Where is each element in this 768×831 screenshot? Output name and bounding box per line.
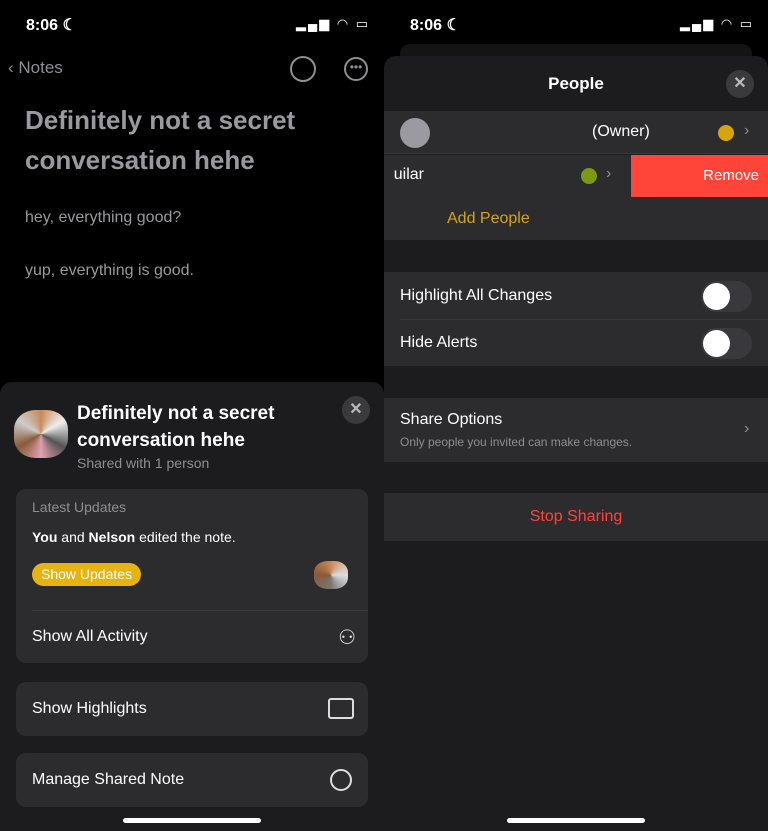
manage-shared-note-row[interactable]: Manage Shared Note	[16, 753, 368, 807]
home-indicator	[507, 818, 645, 823]
people-title: People	[548, 74, 604, 93]
people-screen: 8:06 ☾ ▂▄▆ ◠ ▭ People ✕ (Owner) › uilar …	[384, 0, 768, 831]
people-sheet: People ✕ (Owner) › uilar › Remove Add Pe…	[384, 56, 768, 831]
close-button[interactable]: ✕	[726, 70, 754, 98]
editor-avatar	[314, 561, 348, 589]
share-sheet: Definitely not a secret conversation heh…	[0, 382, 384, 831]
chevron-right-icon: ›	[744, 122, 750, 139]
add-people-row[interactable]: Add People	[384, 197, 768, 240]
stop-sharing-button[interactable]: Stop Sharing	[384, 493, 768, 541]
home-indicator	[123, 818, 261, 823]
chevron-left-icon: ‹	[8, 58, 19, 77]
highlight-all-changes-label: Highlight All Changes	[400, 287, 553, 304]
show-highlights-label: Show Highlights	[32, 700, 147, 717]
status-icons: ▂▄▆ ◠ ▭	[680, 16, 755, 31]
share-options-row[interactable]: Share Options Only people you invited ca…	[384, 398, 768, 462]
hide-alerts-toggle[interactable]	[701, 328, 752, 359]
notes-screen: 8:06 ☾ ▂▄▆ ◠ ▭ ‹ Notes ••• Definitely no…	[0, 0, 384, 831]
share-options-label: Share Options	[400, 411, 503, 428]
chevron-right-icon: ›	[744, 420, 750, 437]
highlight-all-changes-toggle[interactable]	[701, 281, 752, 312]
divider	[400, 319, 768, 320]
back-button[interactable]: ‹ Notes	[8, 58, 63, 78]
member-color-dot	[581, 168, 597, 184]
you-label: You	[32, 529, 58, 545]
stop-sharing-label: Stop Sharing	[529, 508, 623, 525]
owner-color-dot	[718, 125, 734, 141]
owner-label: (Owner)	[592, 123, 650, 140]
people-icon: ⚇	[338, 627, 356, 649]
nelson-label: Nelson	[88, 529, 136, 545]
status-time: 8:06 ☾	[410, 17, 461, 34]
owner-row[interactable]: (Owner) ›	[384, 111, 768, 154]
add-people-label: Add People	[447, 210, 530, 227]
share-options-subtitle: Only people you invited can make changes…	[400, 435, 633, 449]
latest-updates-heading: Latest Updates	[32, 499, 127, 515]
close-button[interactable]: ✕	[342, 396, 370, 424]
sheet-subtitle: Shared with 1 person	[77, 455, 210, 471]
show-all-activity-row[interactable]: Show All Activity ⚇	[16, 611, 368, 663]
remove-button[interactable]: Remove	[631, 155, 768, 197]
updates-text: You and Nelson edited the note.	[32, 529, 236, 545]
owner-avatar	[400, 118, 430, 148]
member-name: uilar	[393, 166, 424, 183]
status-icons: ▂▄▆ ◠ ▭	[296, 16, 371, 31]
note-title: Definitely not a secret conversation heh…	[25, 105, 296, 175]
sheet-title: Definitely not a secret conversation heh…	[77, 403, 275, 451]
settings-group: Highlight All Changes Hide Alerts	[384, 272, 768, 366]
manage-shared-note-label: Manage Shared Note	[32, 771, 185, 788]
member-row[interactable]: uilar › Remove	[384, 155, 768, 197]
status-time: 8:06 ☾	[26, 17, 77, 34]
note-line: yup, everything is good.	[25, 262, 194, 279]
collaborate-icon[interactable]	[290, 56, 316, 82]
edited-label: edited the note.	[135, 529, 236, 545]
and-label: and	[57, 529, 89, 545]
highlights-icon	[328, 698, 354, 719]
note-thumbnail	[14, 410, 68, 458]
note-line: hey, everything good?	[25, 209, 182, 226]
show-all-activity-label: Show All Activity	[32, 628, 148, 645]
latest-updates-card: Latest Updates You and Nelson edited the…	[16, 489, 368, 663]
chevron-right-icon: ›	[606, 165, 612, 182]
more-icon[interactable]: •••	[344, 57, 368, 81]
show-highlights-row[interactable]: Show Highlights	[16, 682, 368, 736]
person-circle-icon	[330, 769, 352, 791]
hide-alerts-label: Hide Alerts	[400, 334, 478, 351]
show-updates-button[interactable]: Show Updates	[32, 563, 142, 586]
back-label: Notes	[18, 58, 63, 77]
